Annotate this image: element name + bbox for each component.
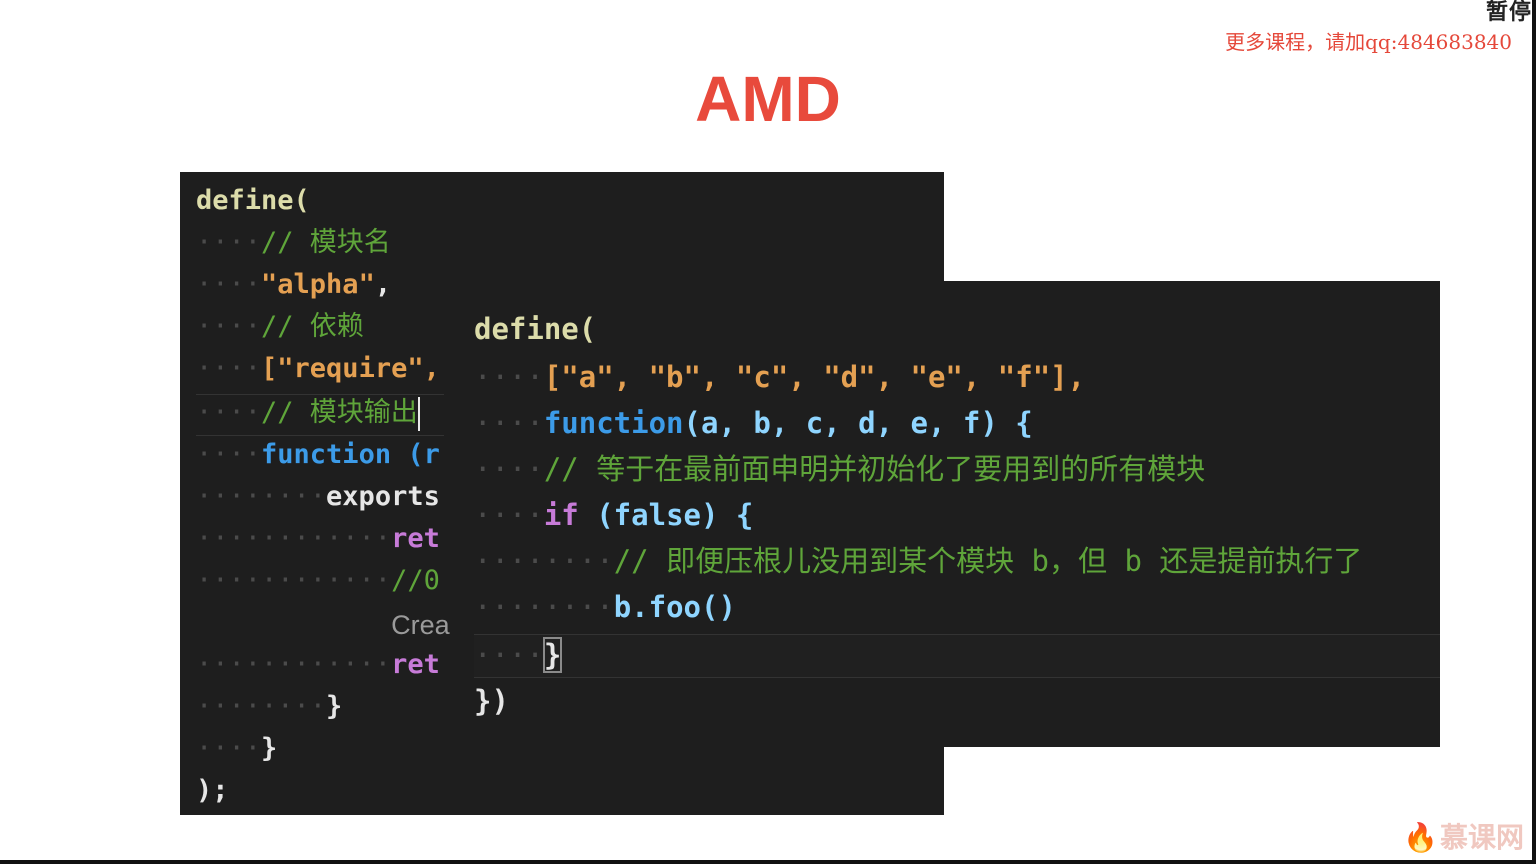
back-line-4: ····// 依赖 [196, 311, 364, 342]
window-bottom-border [0, 860, 1536, 864]
brand-logo: 🔥慕课网 [1403, 821, 1524, 854]
pause-label[interactable]: 暂停 [1486, 0, 1532, 26]
front-line-9: }) [474, 684, 509, 718]
text-cursor [417, 396, 420, 431]
slide-title: AMD [695, 63, 841, 135]
front-line-4: ····// 等于在最前面申明并初始化了要用到的所有模块 [474, 452, 1206, 486]
back-line-15: ); [196, 775, 229, 806]
back-line-14: ····} [196, 733, 278, 764]
current-line-highlight-front [474, 634, 1440, 678]
back-line-8: ········exports [196, 481, 440, 512]
back-line-12: ············ret [196, 649, 440, 680]
promo-watermark: 更多课程，请加qq:484683840 [1225, 30, 1512, 54]
front-line-2: ····["a", "b", "c", "d", "e", "f"], [474, 360, 1086, 394]
back-line-13: ········} [196, 691, 343, 722]
front-line-3: ····function(a, b, c, d, e, f) { [474, 406, 1033, 440]
back-line-7: ····function (r [196, 439, 440, 470]
front-line-7: ········b.foo() [474, 590, 736, 624]
front-line-5: ····if (false) { [474, 498, 754, 532]
front-line-6: ········// 即便压根儿没用到某个模块 b，但 b 还是提前执行了 [474, 544, 1363, 578]
back-line-6: ····// 模块输出 [196, 392, 420, 434]
flame-icon: 🔥 [1403, 821, 1438, 854]
front-line-1: define( [474, 312, 597, 346]
back-line-1: define( [196, 185, 310, 216]
back-line-10: ············//0 [196, 565, 440, 596]
back-line-2: ····// 模块名 [196, 227, 391, 258]
back-line-11: Crea [391, 610, 450, 640]
code-back-clip: define( ····// 模块名 ····"alpha", ····// 依… [180, 172, 452, 815]
back-line-5: ····["require", [196, 353, 440, 384]
front-line-8: ····} [474, 637, 563, 673]
back-line-9: ············ret [196, 523, 440, 554]
back-line-3: ····"alpha", [196, 269, 392, 300]
